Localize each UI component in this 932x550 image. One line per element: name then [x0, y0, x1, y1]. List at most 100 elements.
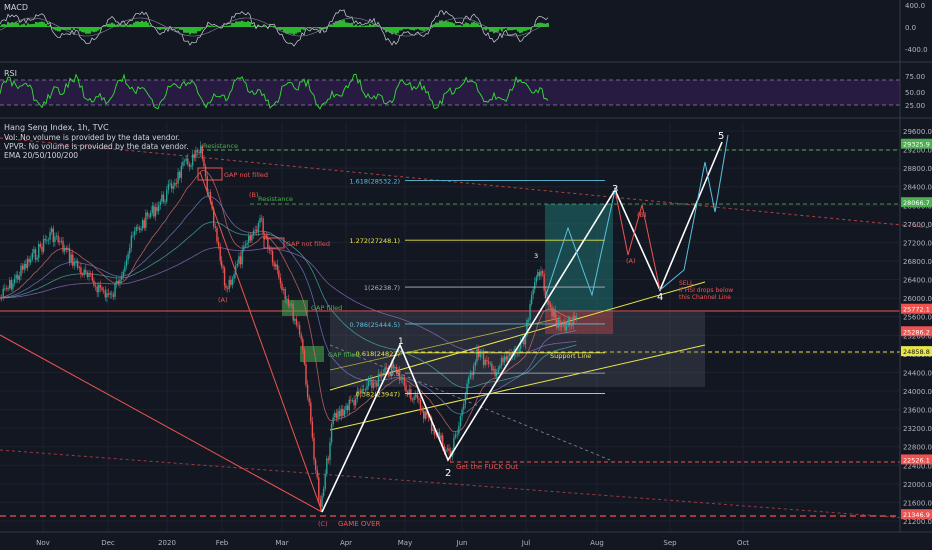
macd-tick: 400.0 [905, 2, 925, 10]
candle-body [75, 260, 77, 262]
wave-label: (A) [218, 296, 228, 304]
candle-body [228, 279, 230, 289]
candle-body [410, 389, 412, 400]
candle-body [254, 229, 256, 231]
candle-body [149, 212, 152, 217]
candle-body [479, 353, 481, 357]
candle-body [217, 241, 220, 247]
candle-body [63, 247, 66, 252]
candle-body [474, 361, 476, 367]
candle-body [487, 361, 490, 364]
candle-body [20, 265, 22, 276]
x-tick-label: Mar [275, 539, 288, 547]
candle-body [411, 399, 414, 401]
resistance-label: Resistance [258, 195, 293, 203]
candle-body [466, 383, 468, 395]
candle-body [188, 164, 191, 167]
candle-body [127, 253, 129, 260]
candle-body [260, 218, 263, 219]
candle-body [556, 318, 558, 328]
candle-body [540, 271, 542, 276]
candle-body [419, 399, 422, 411]
candle-body [107, 293, 110, 295]
candle-body [440, 435, 442, 440]
candle-body [335, 412, 338, 419]
candle-body [408, 389, 410, 395]
candle-body [76, 260, 79, 269]
candle-body [489, 363, 491, 365]
candle-body [170, 183, 173, 189]
candle-body [529, 303, 531, 320]
wave-label: (A) [626, 257, 636, 265]
candle-body [575, 316, 578, 319]
candle-body [476, 348, 478, 362]
x-tick-label: Apr [340, 539, 352, 547]
candle-body [59, 241, 61, 243]
candle-body [268, 248, 271, 250]
candle-body [211, 201, 213, 209]
x-tick-label: Dec [101, 539, 115, 547]
exit-label: Get the FUCK Out [456, 463, 518, 471]
candle-body [535, 276, 537, 283]
candle-body [73, 261, 76, 266]
candle-body [247, 235, 250, 244]
candle-body [156, 207, 158, 211]
price-tag-label: 21346.9 [903, 511, 930, 519]
candle-body [89, 273, 92, 275]
candle-body [384, 367, 386, 374]
candle-body [303, 350, 306, 364]
candle-body [295, 319, 298, 325]
candle-body [28, 258, 30, 263]
candle-body [230, 279, 232, 285]
candle-body [413, 396, 415, 400]
candle-body [327, 458, 330, 461]
candle-body [198, 151, 200, 154]
candle-body [12, 283, 14, 290]
candle-body [85, 269, 87, 273]
candle-body [138, 227, 141, 230]
trading-chart[interactable]: MACD 400.0 0.0 -400.0 RSI 75.00 50.00 25… [0, 0, 932, 550]
sell-label: If HSI drops below [679, 287, 733, 294]
wave-label: 4 [657, 292, 663, 303]
candle-body [403, 377, 406, 386]
candle-body [239, 256, 242, 265]
candle-body [264, 234, 266, 236]
candle-body [206, 176, 208, 193]
candle-body [334, 412, 336, 418]
candle-body [49, 232, 51, 240]
candle-body [319, 499, 322, 508]
wave-label: 2 [445, 468, 451, 479]
candle-body [374, 382, 376, 384]
candle-body [259, 218, 261, 223]
x-tick-label: Sep [663, 539, 677, 547]
candle-body [340, 408, 342, 417]
candle-body [5, 288, 8, 290]
candle-body [570, 325, 573, 327]
candle-body [281, 283, 283, 291]
candle-body [86, 272, 89, 277]
candle-body [257, 222, 260, 232]
resistance-label: Resistance [203, 142, 238, 150]
y-tick-label: 27600.0 [903, 221, 932, 229]
candle-body [372, 382, 375, 388]
candle-body [148, 215, 150, 217]
candle-body [125, 259, 128, 267]
candle-body [392, 362, 394, 369]
y-tick-label: 27200.0 [903, 239, 932, 247]
candle-body [286, 298, 288, 300]
candle-body [44, 238, 46, 241]
macd-label: MACD [4, 3, 28, 12]
candle-body [166, 190, 168, 202]
candle-body [338, 410, 341, 417]
candle-body [329, 442, 331, 461]
candle-body [47, 239, 50, 241]
candle-body [454, 434, 457, 438]
candle-body [83, 269, 85, 275]
candle-body [195, 150, 197, 158]
candle-body [145, 212, 147, 228]
x-tick-label: Aug [590, 539, 604, 547]
price-tag-label: 24858.8 [903, 348, 930, 356]
gap-box [300, 346, 324, 362]
candle-body [385, 367, 388, 369]
candle-body [18, 275, 21, 280]
